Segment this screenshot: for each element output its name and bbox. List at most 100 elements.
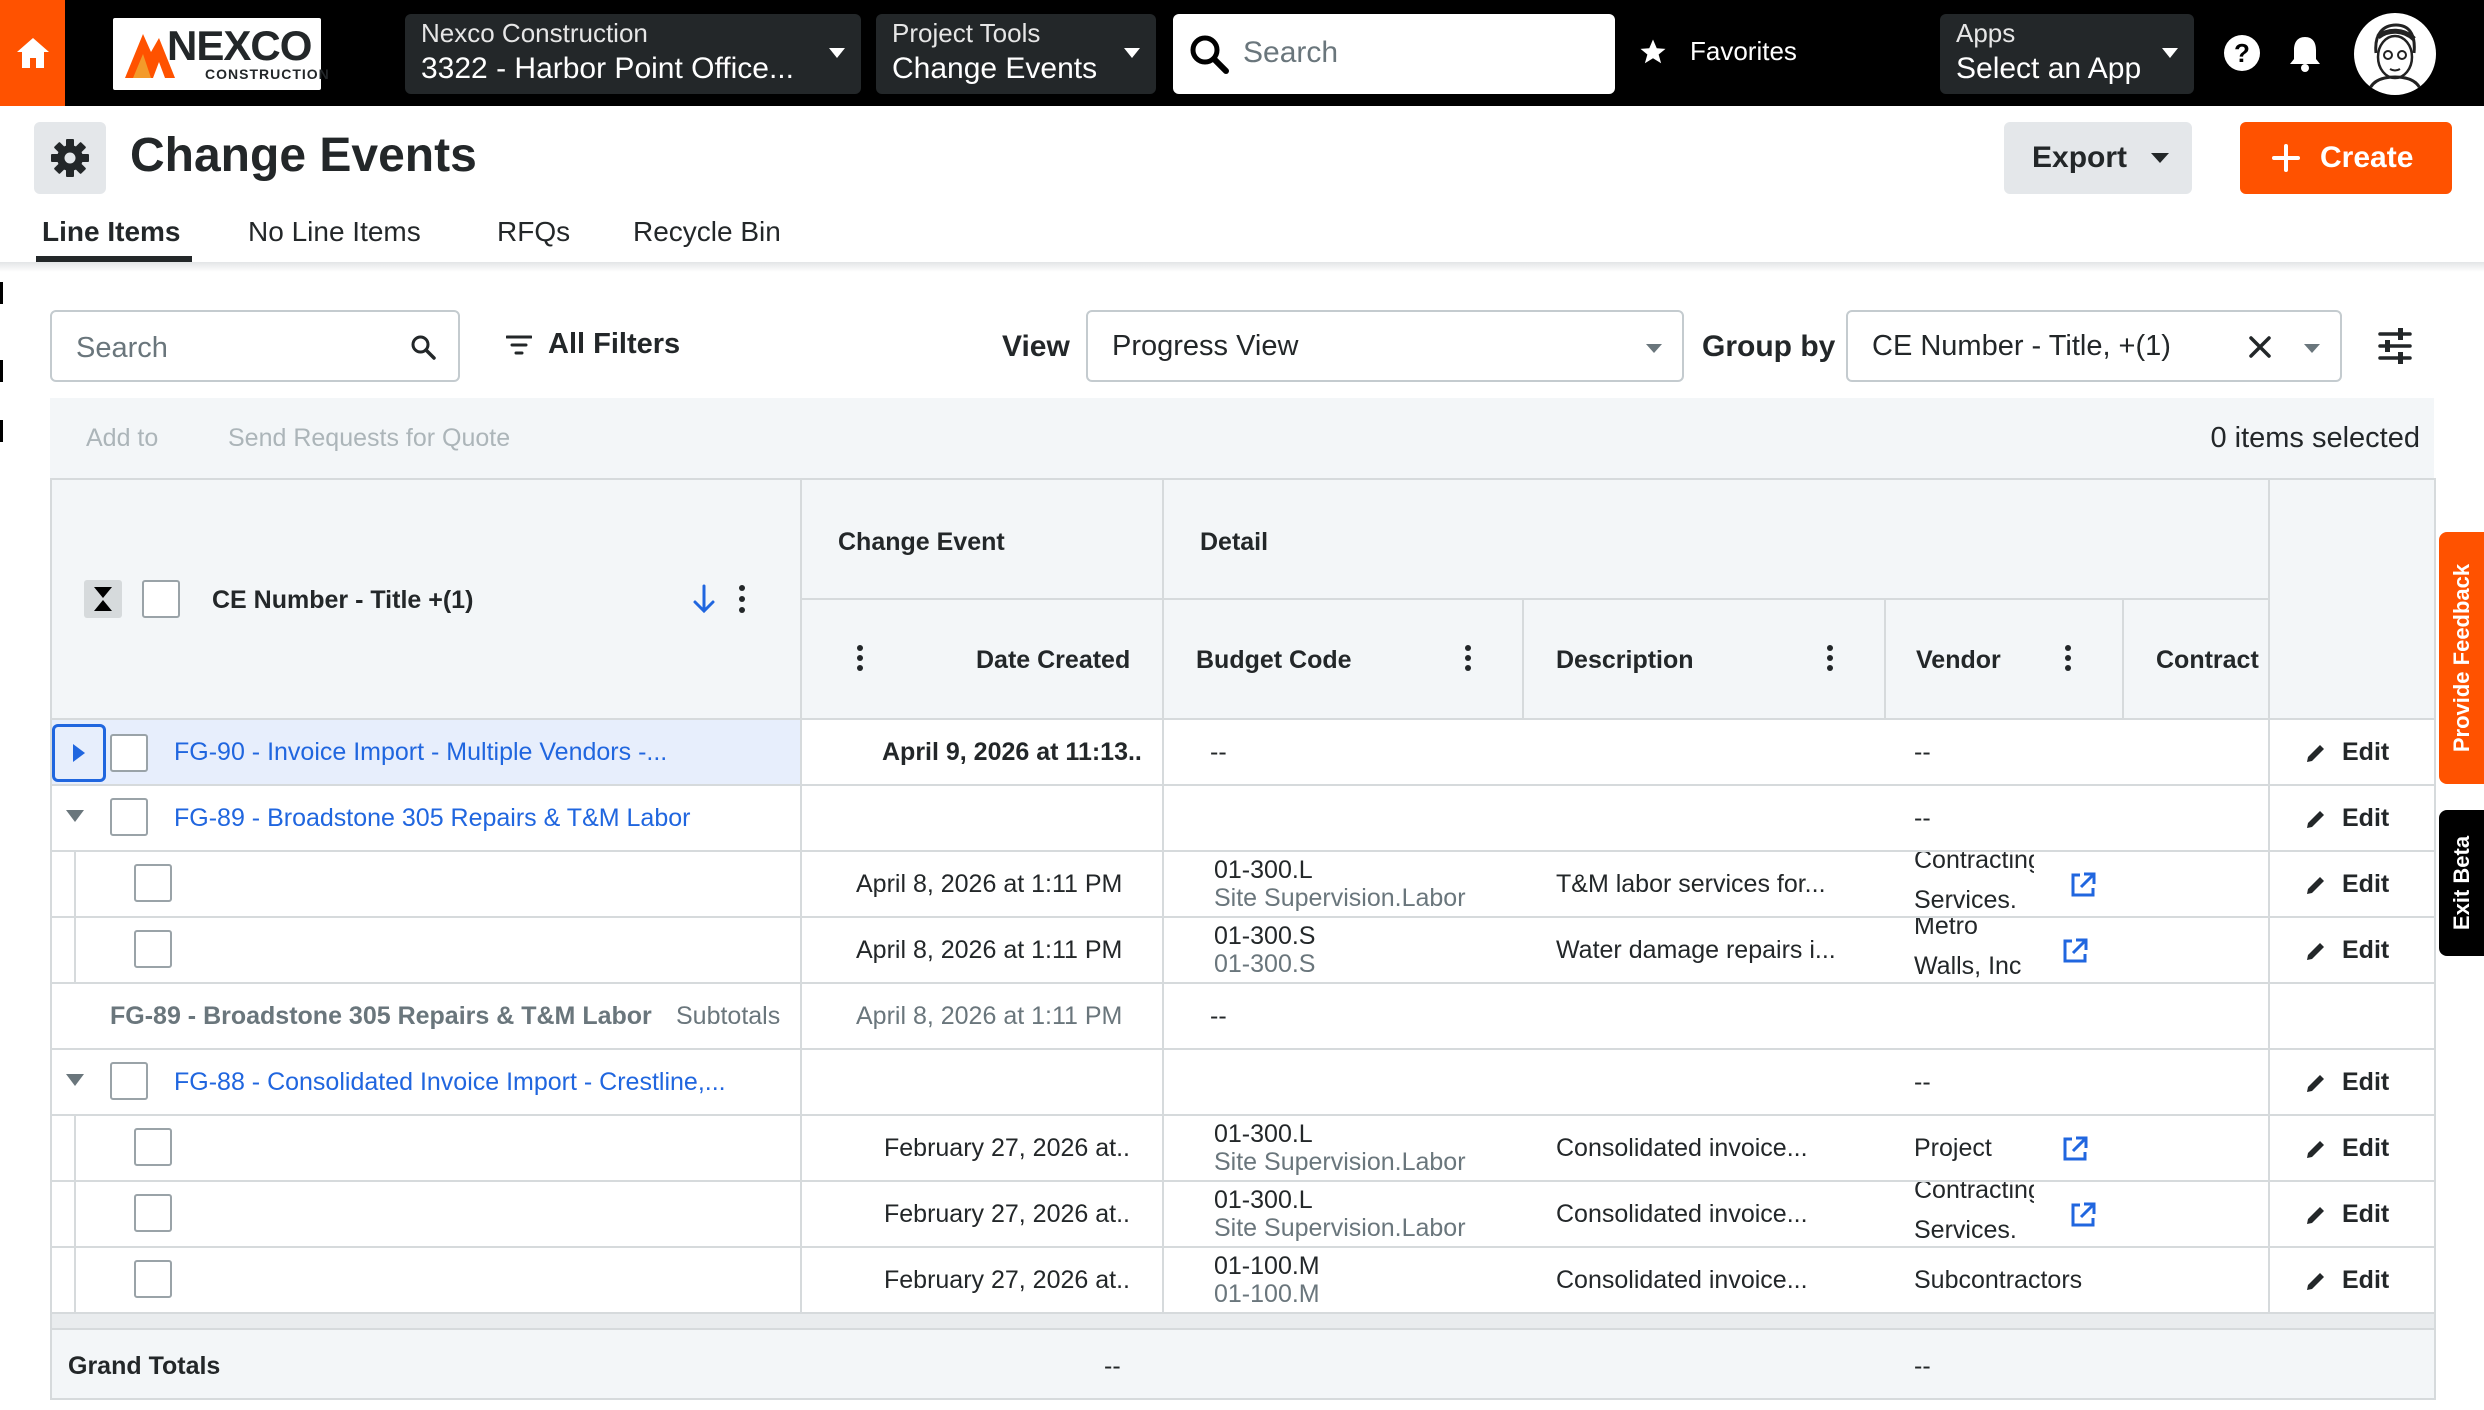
column-header-budget-code[interactable]: Budget Code [1196,646,1352,675]
edit-button[interactable]: Edit [2304,870,2389,899]
vendor-cell: Project [1914,1134,1992,1162]
column-menu-icon[interactable] [856,644,864,672]
column-menu-icon[interactable] [2064,644,2072,672]
vendor-cell: Contracting Services. [1914,852,2034,914]
budget-code-cell: 01-300.S [1214,922,1316,950]
select-all-checkbox[interactable] [142,580,180,618]
description-cell: Consolidated invoice... [1556,1200,1808,1228]
tab-line-items[interactable]: Line Items [42,216,180,248]
external-link-icon[interactable] [2068,1200,2098,1230]
group-title-link[interactable]: FG-90 - Invoice Import - Multiple Vendor… [174,738,667,767]
create-button[interactable]: Create [2240,122,2452,194]
logo-wordmark: NEXCO [167,22,312,69]
edit-button[interactable]: Edit [2304,738,2389,767]
column-header-vendor[interactable]: Vendor [1916,646,2001,675]
help-icon[interactable]: ? [2223,34,2261,72]
column-group-detail: Detail [1200,528,1269,556]
provide-feedback-tab[interactable]: Provide Feedback [2439,532,2484,784]
column-menu-icon[interactable] [1464,644,1472,672]
grand-totals-row [52,1328,2434,1398]
view-select[interactable]: Progress View [1086,310,1684,382]
vendor-line-2: Walls, Inc [1914,952,2022,980]
external-link-icon[interactable] [2060,1134,2090,1164]
logo-subtext: CONSTRUCTION [205,66,330,82]
column-menu-icon[interactable] [738,584,746,614]
edit-button[interactable]: Edit [2304,1068,2389,1097]
tab-no-line-items[interactable]: No Line Items [248,216,421,248]
exit-beta-label: Exit Beta [2448,835,2474,931]
all-filters-button[interactable]: All Filters [506,328,680,361]
avatar-portrait-icon [2366,23,2424,95]
caret-down-icon [829,48,845,58]
group-title-link[interactable]: FG-89 - Broadstone 305 Repairs & T&M Lab… [174,804,690,833]
caret-down-icon [2304,344,2320,353]
pencil-icon [2307,876,2324,894]
grand-totals-vendor: -- [1914,1352,1931,1380]
row-checkbox[interactable] [110,1062,148,1100]
settings-button[interactable] [34,122,106,194]
tab-rfqs[interactable]: RFQs [497,216,570,248]
group-column-header[interactable]: CE Number - Title +(1) [212,586,473,615]
edit-label: Edit [2342,1200,2390,1228]
horizontal-scrollbar[interactable] [52,1314,2434,1328]
row-checkbox[interactable] [134,930,172,968]
send-rfq-button[interactable]: Send Requests for Quote [228,424,510,453]
edit-label: Edit [2342,1134,2390,1162]
vendor-line-1: Metro [1914,918,1978,940]
edit-button[interactable]: Edit [2304,804,2389,833]
expand-toggle[interactable] [52,724,106,782]
project-tools-dropdown[interactable]: Project Tools Change Events [876,14,1156,94]
project-selector-value: 3322 - Harbor Point Office... [421,52,794,85]
user-avatar[interactable] [2354,13,2436,95]
table-search-input[interactable]: Search [50,310,460,382]
grand-totals-label: Grand Totals [68,1352,221,1380]
date-created-cell: February 27, 2026 at.. [884,1134,1130,1162]
row-checkbox[interactable] [134,1128,172,1166]
exit-beta-tab[interactable]: Exit Beta [2439,810,2484,956]
caret-down-icon [1124,48,1140,58]
export-button[interactable]: Export [2004,122,2192,194]
add-to-button[interactable]: Add to [86,424,158,453]
row-checkbox[interactable] [134,1194,172,1232]
favorites-button[interactable]: Favorites [1638,36,1797,67]
clear-icon[interactable] [2248,335,2272,359]
external-link-icon[interactable] [2068,870,2098,900]
group-by-select[interactable]: CE Number - Title, +(1) [1846,310,2342,382]
sort-descending-icon[interactable] [692,584,716,614]
row-checkbox[interactable] [134,864,172,902]
pencil-icon [2307,942,2324,960]
tab-recycle-bin[interactable]: Recycle Bin [633,216,781,248]
edit-button[interactable]: Edit [2304,1266,2389,1295]
collapse-all-icon[interactable] [84,580,122,618]
project-selector-dropdown[interactable]: Nexco Construction 3322 - Harbor Point O… [405,14,861,94]
column-settings-icon[interactable] [2374,326,2416,366]
row-checkbox[interactable] [110,734,148,772]
page-title: Change Events [130,129,477,182]
column-header-description[interactable]: Description [1556,646,1694,675]
column-header-date-created[interactable]: Date Created [976,646,1130,675]
date-created-cell: April 8, 2026 at 1:11 PM [856,1002,1123,1030]
budget-code-cell: -- [1210,1002,1227,1030]
vendor-cell: Subcontractors [1914,1266,2083,1294]
edit-label: Edit [2342,804,2390,832]
column-menu-icon[interactable] [1826,644,1834,672]
column-header-contract[interactable]: Contract [2156,646,2259,675]
global-search-input[interactable]: Search [1173,14,1615,94]
table-search-placeholder: Search [76,332,168,364]
edit-button[interactable]: Edit [2304,936,2389,965]
budget-code-description: 01-100.M [1214,1280,1320,1308]
group-title-link[interactable]: FG-88 - Consolidated Invoice Import - Cr… [174,1068,726,1097]
row-checkbox[interactable] [134,1260,172,1298]
date-created-cell: April 8, 2026 at 1:11 PM [856,870,1123,898]
apps-dropdown[interactable]: Apps Select an App [1940,14,2194,94]
company-logo[interactable]: NEXCO CONSTRUCTION [113,18,329,90]
caret-down-icon[interactable] [66,1074,84,1086]
vendor-line-2: Services. [1914,1216,2017,1244]
external-link-icon[interactable] [2060,936,2090,966]
edit-button[interactable]: Edit [2304,1200,2389,1229]
edit-button[interactable]: Edit [2304,1134,2389,1163]
bell-icon[interactable] [2288,34,2322,72]
caret-down-icon[interactable] [66,810,84,822]
row-checkbox[interactable] [110,798,148,836]
home-button[interactable] [0,0,65,106]
